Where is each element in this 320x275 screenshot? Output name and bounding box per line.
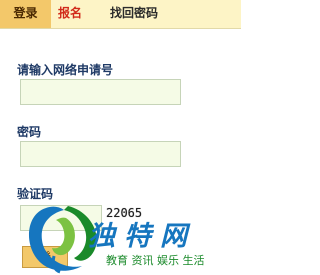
application-number-label: 请输入网络申请号 bbox=[17, 63, 114, 77]
password-input[interactable] bbox=[20, 141, 181, 167]
watermark-tagline: 教育 资讯 娱乐 生活 bbox=[106, 254, 205, 267]
tab-bar: 登录 报名 找回密码 bbox=[0, 0, 241, 29]
tab-register[interactable]: 报名 bbox=[58, 0, 82, 28]
application-number-input[interactable] bbox=[20, 79, 181, 105]
tab-recover-password[interactable]: 找回密码 bbox=[110, 0, 158, 28]
watermark-site-name: 独特网 bbox=[88, 221, 196, 252]
password-label: 密码 bbox=[17, 125, 42, 139]
tab-login[interactable]: 登录 bbox=[0, 0, 51, 28]
